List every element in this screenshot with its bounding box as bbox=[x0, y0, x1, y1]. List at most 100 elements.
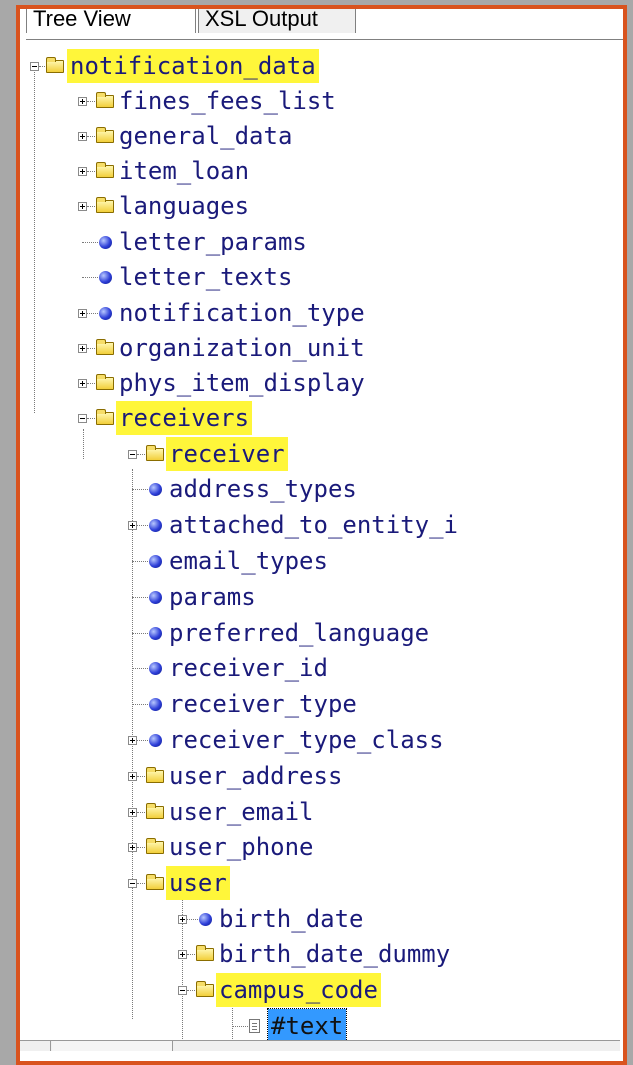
node-label: fines_fees_list bbox=[119, 87, 336, 115]
node-label: user_email bbox=[169, 798, 314, 826]
folder-icon bbox=[96, 409, 114, 425]
collapse-icon[interactable] bbox=[30, 62, 39, 71]
expand-icon[interactable] bbox=[128, 843, 137, 852]
tab-xsl-output[interactable]: XSL Output bbox=[198, 9, 356, 33]
folder-icon bbox=[146, 803, 164, 819]
element-dot-icon bbox=[149, 734, 162, 747]
tree-node-letter-params[interactable]: letter_params bbox=[20, 225, 620, 259]
tree-node-phys-item-display[interactable]: phys_item_display bbox=[20, 366, 620, 400]
node-label: letter_texts bbox=[119, 263, 293, 291]
node-label: notification_data bbox=[67, 49, 319, 83]
node-label: attached_to_entity_i bbox=[169, 511, 458, 539]
expand-icon[interactable] bbox=[78, 309, 87, 318]
node-label: preferred_language bbox=[169, 619, 430, 647]
tree-node-user-address[interactable]: user_address bbox=[20, 759, 620, 793]
tree-node-address-types[interactable]: address_types bbox=[20, 472, 620, 506]
expand-icon[interactable] bbox=[78, 97, 87, 106]
tree-node-organization-unit[interactable]: organization_unit bbox=[20, 331, 620, 365]
tree-node-user-phone[interactable]: user_phone bbox=[20, 830, 620, 864]
element-dot-icon bbox=[149, 698, 162, 711]
node-label: receiver_type_class bbox=[169, 726, 444, 754]
expand-icon[interactable] bbox=[128, 521, 137, 530]
folder-icon bbox=[96, 339, 114, 355]
tree-node-receiver-id[interactable]: receiver_id bbox=[20, 651, 620, 685]
folder-icon bbox=[96, 92, 114, 108]
collapse-icon[interactable] bbox=[78, 414, 87, 423]
tree-node-birth-date[interactable]: birth_date bbox=[20, 902, 620, 936]
xml-tree: notification_data fines_fees_list genera… bbox=[20, 39, 623, 1061]
tree-node-fines-fees-list[interactable]: fines_fees_list bbox=[20, 84, 620, 118]
folder-icon bbox=[96, 197, 114, 213]
node-label: user bbox=[166, 866, 230, 900]
node-label: organization_unit bbox=[119, 334, 365, 362]
element-dot-icon bbox=[149, 627, 162, 640]
tree-node-receiver-type-class[interactable]: receiver_type_class bbox=[20, 723, 620, 757]
node-label: #text bbox=[266, 1008, 348, 1044]
node-label: campus_code bbox=[216, 973, 381, 1007]
expand-icon[interactable] bbox=[178, 950, 187, 959]
expand-icon[interactable] bbox=[78, 379, 87, 388]
tree-node-general-data[interactable]: general_data bbox=[20, 119, 620, 153]
tree-node-user[interactable]: user bbox=[20, 866, 620, 900]
expand-icon[interactable] bbox=[78, 344, 87, 353]
node-label: receiver bbox=[166, 437, 288, 471]
tree-node-receiver-type[interactable]: receiver_type bbox=[20, 687, 620, 721]
node-label: birth_date_dummy bbox=[219, 940, 451, 968]
element-dot-icon bbox=[149, 519, 162, 532]
node-label: item_loan bbox=[119, 157, 250, 185]
node-label: address_types bbox=[169, 475, 357, 503]
expand-icon[interactable] bbox=[128, 736, 137, 745]
element-dot-icon bbox=[99, 236, 112, 249]
element-dot-icon bbox=[149, 591, 162, 604]
tree-node-email-types[interactable]: email_types bbox=[20, 544, 620, 578]
folder-icon bbox=[146, 445, 164, 461]
text-node-icon bbox=[249, 1019, 260, 1033]
horizontal-scrollbar[interactable] bbox=[20, 1040, 620, 1051]
node-label: receivers bbox=[116, 401, 253, 435]
tree-node-attached-to-entity[interactable]: attached_to_entity_i bbox=[20, 508, 620, 542]
tree-node-birth-date-dummy[interactable]: birth_date_dummy bbox=[20, 937, 620, 971]
element-dot-icon bbox=[149, 555, 162, 568]
expand-icon[interactable] bbox=[78, 202, 87, 211]
folder-icon bbox=[96, 127, 114, 143]
node-label: languages bbox=[119, 192, 250, 220]
element-dot-icon bbox=[199, 913, 212, 926]
tab-tree-view[interactable]: Tree View bbox=[26, 9, 196, 33]
tree-node-languages[interactable]: languages bbox=[20, 189, 620, 223]
tree-node-preferred-language[interactable]: preferred_language bbox=[20, 616, 620, 650]
tree-node-user-email[interactable]: user_email bbox=[20, 795, 620, 829]
collapse-icon[interactable] bbox=[128, 879, 137, 888]
tree-node-receivers[interactable]: receivers bbox=[20, 401, 620, 435]
node-label: letter_params bbox=[119, 228, 307, 256]
collapse-icon[interactable] bbox=[128, 450, 137, 459]
node-label: params bbox=[169, 583, 256, 611]
folder-icon bbox=[196, 945, 214, 961]
expand-icon[interactable] bbox=[128, 772, 137, 781]
node-label: user_address bbox=[169, 762, 343, 790]
folder-icon bbox=[46, 57, 64, 73]
tree-node-text[interactable]: #text bbox=[20, 1008, 620, 1044]
expand-icon[interactable] bbox=[178, 915, 187, 924]
node-label: user_phone bbox=[169, 833, 314, 861]
folder-icon bbox=[96, 374, 114, 390]
folder-icon bbox=[146, 838, 164, 854]
element-dot-icon bbox=[149, 662, 162, 675]
element-dot-icon bbox=[149, 483, 162, 496]
tree-node-notification-type[interactable]: notification_type bbox=[20, 296, 620, 330]
folder-icon bbox=[146, 767, 164, 783]
expand-icon[interactable] bbox=[78, 132, 87, 141]
tree-view-panel: Tree View XSL Output notification_data f… bbox=[16, 5, 627, 1065]
collapse-icon[interactable] bbox=[178, 986, 187, 995]
expand-icon[interactable] bbox=[128, 808, 137, 817]
tree-node-item-loan[interactable]: item_loan bbox=[20, 154, 620, 188]
tree-node-notification-data[interactable]: notification_data bbox=[20, 49, 620, 83]
tree-node-params[interactable]: params bbox=[20, 580, 620, 614]
node-label: general_data bbox=[119, 122, 293, 150]
tree-node-receiver[interactable]: receiver bbox=[20, 437, 620, 471]
tree-node-campus-code[interactable]: campus_code bbox=[20, 973, 620, 1007]
tab-strip: Tree View XSL Output bbox=[26, 9, 623, 40]
element-dot-icon bbox=[99, 271, 112, 284]
tree-node-letter-texts[interactable]: letter_texts bbox=[20, 260, 620, 294]
expand-icon[interactable] bbox=[78, 167, 87, 176]
node-label: receiver_id bbox=[169, 654, 328, 682]
